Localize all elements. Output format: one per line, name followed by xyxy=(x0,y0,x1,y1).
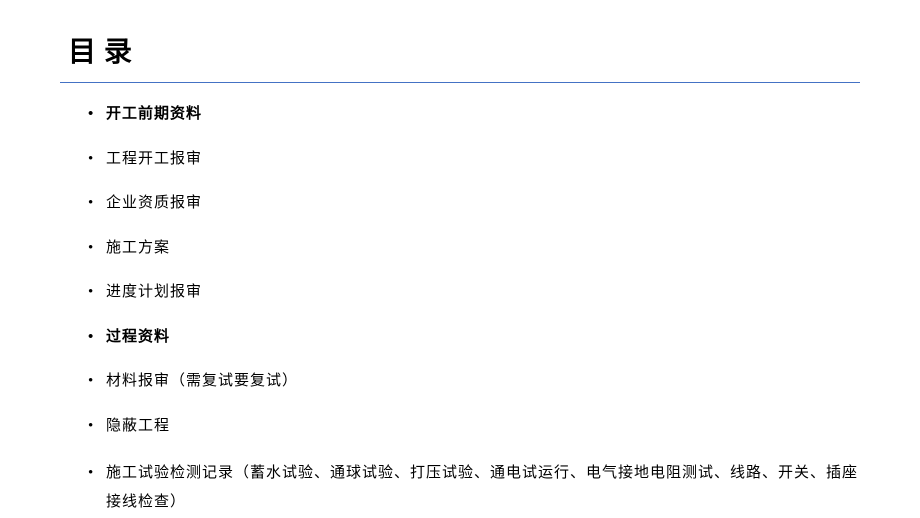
list-item: 隐蔽工程 xyxy=(88,415,860,438)
list-item: 过程资料 xyxy=(88,326,860,349)
list-item: 进度计划报审 xyxy=(88,281,860,304)
list-item: 施工方案 xyxy=(88,237,860,260)
list-item: 工程开工报审 xyxy=(88,148,860,171)
list-item: 施工试验检测记录（蓄水试验、通球试验、打压试验、通电试运行、电气接地电阻测试、线… xyxy=(88,459,860,516)
title-divider xyxy=(60,82,860,83)
page-title: 目录 xyxy=(68,30,860,70)
list-item: 开工前期资料 xyxy=(88,103,860,126)
list-item: 企业资质报审 xyxy=(88,192,860,215)
list-item: 材料报审（需复试要复试） xyxy=(88,370,860,393)
toc-list: 开工前期资料 工程开工报审 企业资质报审 施工方案 进度计划报审 过程资料 材料… xyxy=(60,103,860,516)
